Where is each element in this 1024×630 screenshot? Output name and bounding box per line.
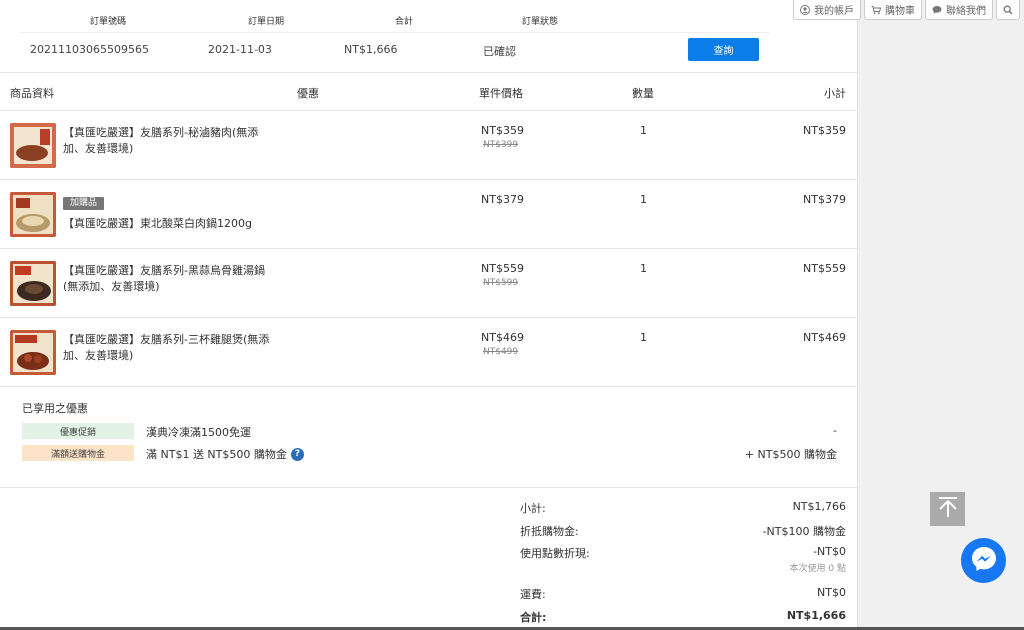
product-quantity: 1 — [640, 193, 647, 206]
help-icon[interactable]: ? — [290, 447, 304, 461]
user-icon — [800, 4, 810, 15]
promotion-tag: 滿額送購物金 — [22, 445, 134, 461]
messenger-icon — [969, 544, 999, 578]
promotion-line: 滿額送購物金 滿 NT$1 送 NT$500 購物金 ? + NT$500 購物… — [22, 445, 837, 462]
product-name[interactable]: 【真匯吃嚴選】友膳系列-三杯雞腿煲(無添加、友善環境) — [63, 332, 273, 364]
product-name[interactable]: 【真匯吃嚴選】東北酸菜白肉鍋1200g — [63, 217, 252, 230]
order-number: 20211103065509565 — [30, 43, 149, 56]
order-total-header: 合計 — [395, 17, 414, 27]
messenger-chat-button[interactable] — [961, 538, 1006, 583]
contact-us-link[interactable]: 聯絡我們 — [925, 0, 993, 20]
promotion-tag: 優惠促銷 — [22, 423, 134, 439]
search-icon — [1003, 5, 1013, 15]
summary-credit-value: -NT$100 購物金 — [762, 525, 846, 538]
product-quantity: 1 — [640, 262, 647, 275]
product-thumbnail[interactable] — [10, 123, 56, 168]
order-table-header: 訂單號碼 訂單日期 合計 訂單狀態 — [20, 14, 770, 28]
summary-subtotal-value: NT$1,766 — [792, 500, 846, 513]
cart-label: 購物車 — [885, 6, 915, 17]
back-to-top-button[interactable] — [930, 492, 965, 526]
header-product-info: 商品資料 — [10, 87, 54, 100]
product-row: 【真匯吃嚴選】友膳系列-黑蒜烏骨雞湯鍋(無添加、友善環境) NT$559 NT$… — [0, 249, 858, 318]
back-to-top-icon — [936, 495, 960, 523]
header-subtotal: 小計 — [824, 87, 846, 100]
summary-total-value: NT$1,666 — [786, 609, 846, 622]
promotion-description: 滿 NT$1 送 NT$500 購物金 ? — [146, 446, 304, 462]
top-nav: 我的帳戶 購物車 聯絡我們 — [793, 0, 1020, 20]
product-row: 【真匯吃嚴選】友膳系列-秘滷豬肉(無添加、友善環境) NT$359 NT$399… — [0, 111, 858, 180]
product-subtotal: NT$559 — [803, 262, 846, 275]
promotion-description-text: 滿 NT$1 送 NT$500 購物金 — [146, 448, 287, 461]
contact-us-label: 聯絡我們 — [946, 6, 986, 17]
right-sidebar — [859, 0, 1024, 630]
summary-total-label: 合計: — [520, 611, 547, 624]
product-price: NT$559 — [481, 262, 524, 275]
order-date: 2021-11-03 — [208, 43, 272, 56]
search-button[interactable] — [996, 0, 1020, 20]
product-thumbnail[interactable] — [10, 330, 56, 375]
product-name[interactable]: 【真匯吃嚴選】友膳系列-黑蒜烏骨雞湯鍋(無添加、友善環境) — [63, 263, 273, 295]
summary-shipping: 運費: NT$0 — [520, 586, 846, 601]
cart-link[interactable]: 購物車 — [864, 0, 922, 20]
product-original-price: NT$599 — [483, 278, 519, 288]
order-date-header: 訂單日期 — [248, 17, 285, 27]
summary-points-value: -NT$0 — [813, 545, 846, 558]
summary-total: 合計: NT$1,666 — [520, 609, 846, 624]
product-quantity: 1 — [640, 124, 647, 137]
product-subtotal: NT$379 — [803, 193, 846, 206]
product-original-price: NT$499 — [483, 347, 519, 357]
order-number-header: 訂單號碼 — [90, 17, 127, 27]
promotion-line: 優惠促銷 漢典冷凍滿1500免運 - — [22, 423, 837, 440]
product-thumbnail[interactable] — [10, 261, 56, 306]
product-name-block: 加購品 【真匯吃嚴選】東北酸菜白肉鍋1200g — [63, 194, 273, 232]
cart-icon — [871, 5, 881, 15]
product-original-price: NT$399 — [483, 140, 519, 150]
header-unit-price: 單件價格 — [479, 87, 523, 100]
order-total: NT$1,666 — [344, 43, 398, 56]
promotion-description-text: 漢典冷凍滿1500免運 — [146, 426, 251, 439]
summary-credit: 折抵購物金: -NT$100 購物金 — [520, 523, 846, 538]
product-thumbnail[interactable] — [10, 192, 56, 237]
header-quantity: 數量 — [632, 87, 654, 100]
product-subtotal: NT$359 — [803, 124, 846, 137]
product-row: 加購品 【真匯吃嚴選】東北酸菜白肉鍋1200g NT$379 1 NT$379 — [0, 180, 858, 249]
promotions-title: 已享用之優惠 — [22, 402, 88, 415]
product-row: 【真匯吃嚴選】友膳系列-三杯雞腿煲(無添加、友善環境) NT$469 NT$49… — [0, 318, 858, 387]
summary-points-hint: 本次使用 0 點 — [789, 564, 846, 574]
product-table-header: 商品資料 優惠 單件價格 數量 小計 — [0, 72, 858, 111]
summary-points: 使用點數折現: -NT$0 本次使用 0 點 — [520, 545, 846, 575]
product-price: NT$469 — [481, 331, 524, 344]
promotion-value: + NT$500 購物金 — [744, 448, 837, 461]
order-detail-panel: 訂單號碼 訂單日期 合計 訂單狀態 20211103065509565 2021… — [0, 0, 858, 630]
summary-subtotal-label: 小計: — [520, 502, 546, 515]
chat-icon — [932, 5, 942, 15]
product-price: NT$359 — [481, 124, 524, 137]
summary-shipping-value: NT$0 — [817, 586, 846, 599]
query-button[interactable]: 查詢 — [688, 38, 759, 61]
applied-promotions: 已享用之優惠 優惠促銷 漢典冷凍滿1500免運 - 滿額送購物金 滿 NT$1 … — [0, 387, 858, 488]
addon-tag: 加購品 — [63, 197, 105, 210]
product-subtotal: NT$469 — [803, 331, 846, 344]
order-row: 20211103065509565 2021-11-03 NT$1,666 已確… — [20, 32, 770, 66]
my-account-label: 我的帳戶 — [814, 6, 854, 17]
summary-points-label: 使用點數折現: — [520, 547, 590, 560]
order-status-header: 訂單狀態 — [522, 17, 559, 27]
order-status: 已確認 — [483, 45, 516, 58]
summary-shipping-label: 運費: — [520, 588, 546, 601]
product-name[interactable]: 【真匯吃嚴選】友膳系列-秘滷豬肉(無添加、友善環境) — [63, 125, 273, 157]
promotion-description: 漢典冷凍滿1500免運 — [146, 424, 251, 440]
product-quantity: 1 — [640, 331, 647, 344]
product-price: NT$379 — [481, 193, 524, 206]
summary-credit-label: 折抵購物金: — [520, 525, 579, 538]
summary-subtotal: 小計: NT$1,766 — [520, 500, 846, 515]
header-discount: 優惠 — [297, 87, 319, 100]
my-account-link[interactable]: 我的帳戶 — [793, 0, 861, 20]
promotion-value: - — [833, 424, 837, 437]
